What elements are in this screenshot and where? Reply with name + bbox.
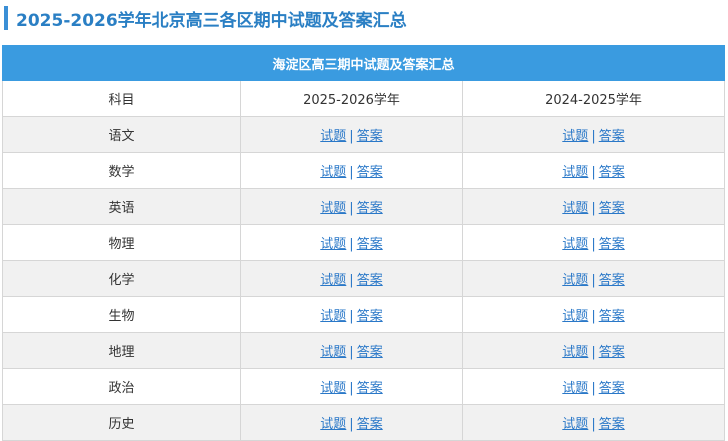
link-separator: |	[349, 129, 354, 144]
answer-link[interactable]: 答案	[599, 165, 625, 180]
test-paper-link[interactable]: 试题	[562, 381, 588, 396]
link-separator: |	[591, 309, 596, 324]
answer-link[interactable]: 答案	[357, 237, 383, 252]
test-paper-link[interactable]: 试题	[562, 309, 588, 324]
link-separator: |	[591, 237, 596, 252]
subject-cell: 英语	[2, 188, 241, 225]
test-paper-link[interactable]: 试题	[320, 381, 346, 396]
test-paper-link[interactable]: 试题	[562, 345, 588, 360]
test-paper-link[interactable]: 试题	[320, 309, 346, 324]
subject-cell: 生物	[2, 296, 241, 333]
table-banner: 海淀区高三期中试题及答案汇总	[1, 45, 726, 81]
links-2024-2025-cell: 试题 | 答案	[461, 404, 726, 441]
link-separator: |	[349, 345, 354, 360]
subject-cell: 语文	[2, 116, 241, 153]
test-paper-link[interactable]: 试题	[562, 129, 588, 144]
links-2025-2026-cell: 试题 | 答案	[240, 296, 463, 333]
links-2025-2026-cell: 试题 | 答案	[240, 368, 463, 405]
test-paper-link[interactable]: 试题	[562, 165, 588, 180]
table-row: 生物 试题 | 答案 试题 | 答案	[2, 296, 726, 333]
link-separator: |	[349, 201, 354, 216]
links-2024-2025-cell: 试题 | 答案	[461, 224, 726, 261]
exam-table: 海淀区高三期中试题及答案汇总 科目 2025-2026学年 2024-2025学…	[1, 45, 726, 441]
links-2025-2026-cell: 试题 | 答案	[240, 152, 463, 189]
table-row: 英语 试题 | 答案 试题 | 答案	[2, 188, 726, 225]
answer-link[interactable]: 答案	[599, 273, 625, 288]
links-2024-2025-cell: 试题 | 答案	[461, 296, 726, 333]
link-separator: |	[349, 237, 354, 252]
test-paper-link[interactable]: 试题	[562, 237, 588, 252]
link-separator: |	[591, 129, 596, 144]
link-separator: |	[591, 417, 596, 432]
answer-link[interactable]: 答案	[357, 273, 383, 288]
links-2024-2025-cell: 试题 | 答案	[461, 116, 726, 153]
test-paper-link[interactable]: 试题	[320, 273, 346, 288]
page-heading: 2025-2026学年北京高三各区期中试题及答案汇总	[4, 6, 407, 31]
test-paper-link[interactable]: 试题	[320, 165, 346, 180]
subject-cell: 地理	[2, 332, 241, 369]
answer-link[interactable]: 答案	[357, 129, 383, 144]
answer-link[interactable]: 答案	[357, 417, 383, 432]
table-row: 政治 试题 | 答案 试题 | 答案	[2, 368, 726, 405]
test-paper-link[interactable]: 试题	[562, 201, 588, 216]
table-row: 数学 试题 | 答案 试题 | 答案	[2, 152, 726, 189]
link-separator: |	[349, 417, 354, 432]
table-row: 语文 试题 | 答案 试题 | 答案	[2, 116, 726, 153]
links-2024-2025-cell: 试题 | 答案	[461, 332, 726, 369]
test-paper-link[interactable]: 试题	[320, 345, 346, 360]
test-paper-link[interactable]: 试题	[320, 237, 346, 252]
answer-link[interactable]: 答案	[599, 201, 625, 216]
table-row: 地理 试题 | 答案 试题 | 答案	[2, 332, 726, 369]
links-2024-2025-cell: 试题 | 答案	[461, 260, 726, 297]
table-row: 化学 试题 | 答案 试题 | 答案	[2, 260, 726, 297]
links-2024-2025-cell: 试题 | 答案	[461, 188, 726, 225]
test-paper-link[interactable]: 试题	[562, 417, 588, 432]
links-2025-2026-cell: 试题 | 答案	[240, 188, 463, 225]
answer-link[interactable]: 答案	[357, 165, 383, 180]
page-title: 2025-2026学年北京高三各区期中试题及答案汇总	[16, 10, 407, 31]
header-year-2024-2025: 2024-2025学年	[461, 80, 726, 117]
answer-link[interactable]: 答案	[599, 417, 625, 432]
link-separator: |	[349, 309, 354, 324]
link-separator: |	[591, 381, 596, 396]
answer-link[interactable]: 答案	[357, 309, 383, 324]
answer-link[interactable]: 答案	[599, 345, 625, 360]
table-row: 历史 试题 | 答案 试题 | 答案	[2, 404, 726, 441]
header-subject: 科目	[2, 80, 241, 117]
answer-link[interactable]: 答案	[357, 381, 383, 396]
links-2025-2026-cell: 试题 | 答案	[240, 260, 463, 297]
links-2025-2026-cell: 试题 | 答案	[240, 116, 463, 153]
subject-cell: 政治	[2, 368, 241, 405]
header-year-2025-2026: 2025-2026学年	[240, 80, 463, 117]
subject-cell: 历史	[2, 404, 241, 441]
links-2025-2026-cell: 试题 | 答案	[240, 332, 463, 369]
subject-cell: 物理	[2, 224, 241, 261]
links-2024-2025-cell: 试题 | 答案	[461, 368, 726, 405]
link-separator: |	[349, 165, 354, 180]
links-2025-2026-cell: 试题 | 答案	[240, 404, 463, 441]
subject-cell: 数学	[2, 152, 241, 189]
link-separator: |	[349, 273, 354, 288]
links-2025-2026-cell: 试题 | 答案	[240, 224, 463, 261]
subject-cell: 化学	[2, 260, 241, 297]
table-header-row: 科目 2025-2026学年 2024-2025学年	[2, 80, 726, 117]
test-paper-link[interactable]: 试题	[320, 417, 346, 432]
test-paper-link[interactable]: 试题	[320, 201, 346, 216]
link-separator: |	[591, 345, 596, 360]
answer-link[interactable]: 答案	[599, 309, 625, 324]
test-paper-link[interactable]: 试题	[562, 273, 588, 288]
answer-link[interactable]: 答案	[599, 381, 625, 396]
link-separator: |	[349, 381, 354, 396]
link-separator: |	[591, 273, 596, 288]
test-paper-link[interactable]: 试题	[320, 129, 346, 144]
answer-link[interactable]: 答案	[357, 345, 383, 360]
answer-link[interactable]: 答案	[599, 237, 625, 252]
links-2024-2025-cell: 试题 | 答案	[461, 152, 726, 189]
table-banner-row: 海淀区高三期中试题及答案汇总	[1, 45, 726, 81]
link-separator: |	[591, 201, 596, 216]
table-row: 物理 试题 | 答案 试题 | 答案	[2, 224, 726, 261]
answer-link[interactable]: 答案	[599, 129, 625, 144]
link-separator: |	[591, 165, 596, 180]
answer-link[interactable]: 答案	[357, 201, 383, 216]
